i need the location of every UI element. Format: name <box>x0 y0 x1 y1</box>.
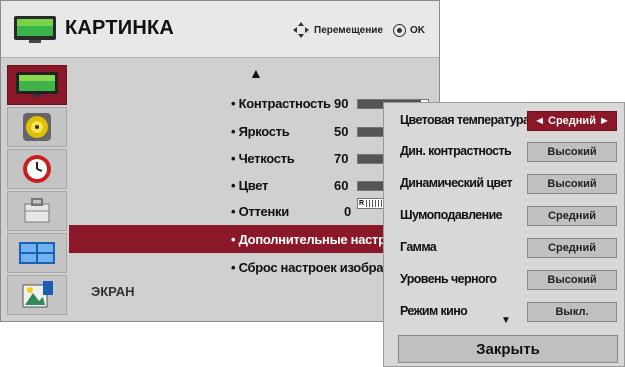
menu-item-sharpness[interactable]: • Четкость <box>231 151 295 166</box>
submenu-row[interactable]: Динамический цвет Высокий <box>384 170 624 198</box>
submenu-row[interactable]: Гамма Средний <box>384 234 624 262</box>
move-hint-label: Перемещение <box>314 24 383 36</box>
sidebar-item-picture[interactable] <box>7 65 67 105</box>
scroll-down-arrow-icon[interactable]: ▼ <box>501 315 511 326</box>
menu-item-contrast[interactable]: • Контрастность <box>231 96 331 111</box>
ok-button-icon <box>393 23 406 37</box>
submenu-row[interactable]: Цветовая температура ◄ Средний ► <box>384 107 624 135</box>
menu-header: КАРТИНКА Перемещение OK <box>1 1 439 58</box>
submenu-row[interactable]: Дин. контрастность Высокий <box>384 138 624 166</box>
close-button[interactable]: Закрыть <box>398 335 618 363</box>
photo-usb-icon <box>22 281 53 308</box>
tint-value: 0 <box>344 204 352 219</box>
noise-reduction-value[interactable]: Средний <box>527 206 617 226</box>
gamma-value[interactable]: Средний <box>527 238 617 258</box>
menu-item-tint[interactable]: • Оттенки <box>231 204 289 219</box>
clock-time-icon <box>23 155 51 183</box>
submenu-label-dynamic-color: Динамический цвет <box>400 176 513 190</box>
tint-marker: R <box>359 200 365 207</box>
submenu-label-color-temperature: Цветовая температура <box>400 113 530 127</box>
black-level-value[interactable]: Высокий <box>527 270 617 290</box>
menu-item-color[interactable]: • Цвет <box>231 178 268 193</box>
dpad-icon <box>293 22 309 38</box>
screen-menu-label: ЭКРАН <box>91 284 135 299</box>
dynamic-color-value[interactable]: Высокий <box>527 174 617 194</box>
tv-picture-icon <box>16 72 58 97</box>
submenu-label-dynamic-contrast: Дин. контрастность <box>400 144 512 158</box>
sidebar-item-screen[interactable] <box>7 233 67 273</box>
sharpness-value: 70 <box>334 151 349 166</box>
color-value: 60 <box>334 178 349 193</box>
menu-item-brightness[interactable]: • Яркость <box>231 124 290 139</box>
sidebar-item-usb[interactable] <box>7 275 67 315</box>
color-temperature-selector[interactable]: ◄ Средний ► <box>527 111 617 131</box>
toolbox-options-icon <box>24 198 50 223</box>
sidebar <box>7 65 69 317</box>
submenu-row[interactable]: Шумоподавление Средний <box>384 202 624 230</box>
film-mode-value[interactable]: Выкл. <box>527 302 617 322</box>
advanced-settings-submenu: Цветовая температура ◄ Средний ► Дин. ко… <box>383 102 625 367</box>
contrast-value: 90 <box>334 96 349 111</box>
tv-logo-icon <box>14 16 56 43</box>
submenu-label-black-level: Уровень черного <box>400 272 497 286</box>
osd-picture-menu: КАРТИНКА Перемещение OK ▲ • Контрастност… <box>0 0 440 322</box>
submenu-label-film-mode: Режим кино <box>400 304 468 318</box>
navigation-hint: Перемещение OK <box>292 21 425 39</box>
submenu-label-gamma: Гамма <box>400 240 437 254</box>
speaker-audio-icon <box>23 113 51 141</box>
ok-hint-label: OK <box>410 24 425 36</box>
sidebar-item-audio[interactable] <box>7 107 67 147</box>
brightness-value: 50 <box>334 124 349 139</box>
page-title: КАРТИНКА <box>65 17 175 39</box>
submenu-label-noise-reduction: Шумоподавление <box>400 208 503 222</box>
sidebar-item-options[interactable] <box>7 191 67 231</box>
dynamic-contrast-value[interactable]: Высокий <box>527 142 617 162</box>
scroll-up-arrow-icon[interactable]: ▲ <box>249 65 263 81</box>
screen-input-icon <box>19 242 55 264</box>
submenu-row[interactable]: Уровень черного Высокий <box>384 266 624 294</box>
sidebar-item-time[interactable] <box>7 149 67 189</box>
